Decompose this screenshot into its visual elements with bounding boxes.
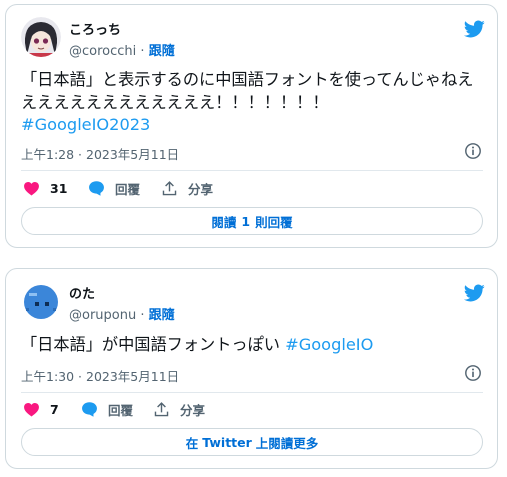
read-more-on-twitter-button[interactable]: 在 Twitter 上閱讀更多	[21, 428, 483, 456]
twitter-bird-icon[interactable]	[463, 18, 485, 40]
follow-link[interactable]: 跟隨	[149, 44, 175, 59]
like-count: 7	[50, 401, 59, 417]
info-icon[interactable]	[464, 142, 482, 160]
author-handle[interactable]: @corocchi	[69, 44, 136, 59]
like-button[interactable]: 31	[23, 178, 67, 198]
like-count: 31	[50, 180, 68, 196]
author-name[interactable]: ころっち	[69, 19, 121, 38]
read-replies-button[interactable]: 閱讀 1 則回覆	[21, 207, 483, 235]
avatar[interactable]	[21, 17, 61, 57]
read-replies-count: 1	[241, 213, 251, 229]
author-handle[interactable]: @oruponu	[69, 308, 136, 323]
timestamp[interactable]: 上午1:28 · 2023年5月11日	[21, 144, 179, 163]
share-label: 分享	[180, 402, 206, 418]
read-more-post: 上閱讀更多	[255, 435, 319, 451]
twitter-bird-icon[interactable]	[463, 282, 485, 304]
share-button[interactable]: 分享	[161, 178, 213, 198]
reply-button[interactable]: 回覆	[88, 178, 140, 198]
tweet-text: 「日本語」と表示するのに中国語フォントを使ってんじゃねえええええええええええええ…	[21, 69, 483, 137]
divider	[21, 170, 483, 171]
handle-line: @oruponu · 跟隨	[69, 304, 175, 323]
reply-label: 回覆	[108, 402, 134, 418]
separator: ·	[140, 308, 145, 323]
author-name[interactable]: のた	[69, 283, 95, 302]
handle-line: @corocchi · 跟隨	[69, 40, 175, 59]
tweet-body: 「日本語」が中国語フォントっぽい	[21, 335, 280, 354]
tweet-body: 「日本語」と表示するのに中国語フォントを使ってんじゃねえええええええええええええ…	[21, 70, 474, 112]
divider	[21, 392, 483, 393]
hashtag-link[interactable]: #GoogleIO2023	[21, 115, 150, 134]
timestamp[interactable]: 上午1:30 · 2023年5月11日	[21, 366, 179, 385]
heart-icon	[24, 181, 39, 196]
read-replies-pre: 閱讀	[211, 214, 237, 230]
heart-icon	[24, 402, 39, 417]
share-button[interactable]: 分享	[153, 399, 205, 419]
hashtag-link[interactable]: #GoogleIO	[285, 335, 373, 354]
reply-button[interactable]: 回覆	[81, 399, 133, 419]
read-more-brand: Twitter	[202, 434, 252, 450]
reply-bubble-icon	[82, 402, 97, 417]
read-more-pre: 在	[185, 435, 199, 451]
tweet-card: ころっち @corocchi · 跟隨 「日本語」と表示するのに中国語フォントを…	[5, 4, 498, 248]
share-icon	[162, 180, 177, 195]
info-icon[interactable]	[464, 364, 482, 382]
separator: ·	[140, 44, 145, 59]
reply-label: 回覆	[115, 181, 141, 197]
like-button[interactable]: 7	[23, 399, 59, 419]
tweet-card: のた @oruponu · 跟隨 「日本語」が中国語フォントっぽい #Googl…	[5, 268, 498, 469]
avatar[interactable]	[21, 281, 61, 321]
read-replies-post: 則回覆	[255, 214, 293, 230]
follow-link[interactable]: 跟隨	[149, 308, 175, 323]
share-icon	[154, 401, 169, 416]
reply-bubble-icon	[89, 181, 104, 196]
share-label: 分享	[188, 181, 214, 197]
tweet-text: 「日本語」が中国語フォントっぽい #GoogleIO	[21, 334, 483, 357]
